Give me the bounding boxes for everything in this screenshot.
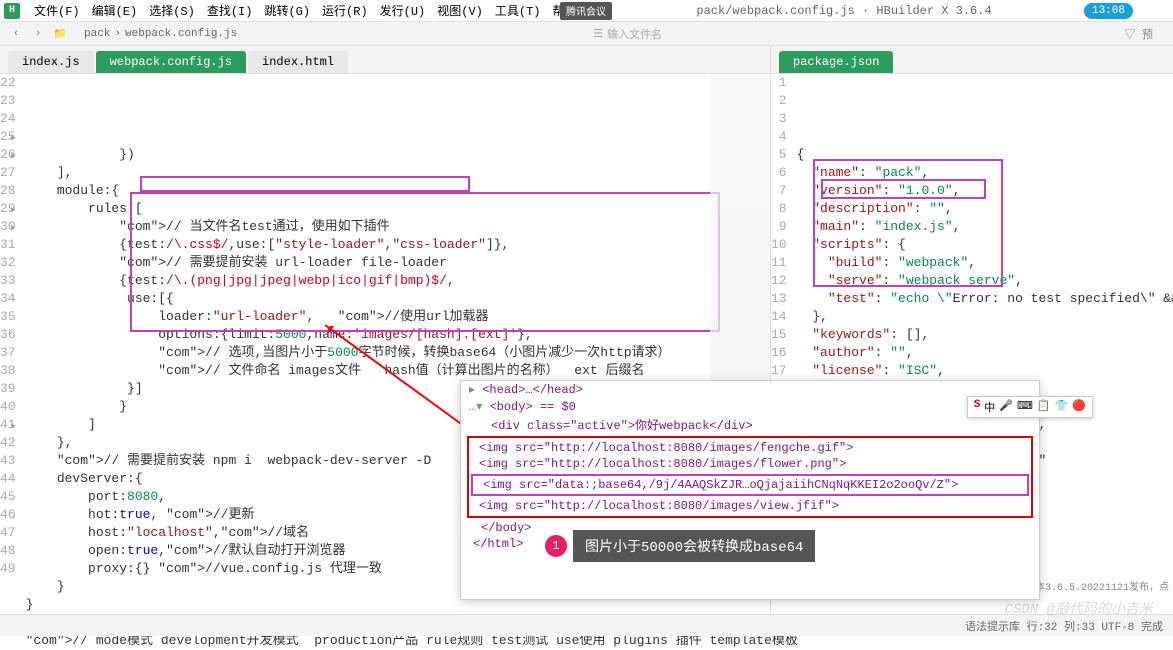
menu-run[interactable]: 运行(R) bbox=[316, 2, 374, 19]
window-title: pack/webpack.config.js · HBuilder X 3.6.… bbox=[604, 4, 1084, 18]
toolbar: ‹ › 📁 pack › webpack.config.js ☰ 输入文件名 ▽… bbox=[0, 22, 1173, 46]
ime-btn[interactable]: 中 bbox=[984, 399, 995, 415]
ime-btn[interactable]: 🔴 bbox=[1072, 399, 1086, 415]
back-icon[interactable]: ‹ bbox=[8, 26, 24, 42]
tab-webpack-config[interactable]: webpack.config.js bbox=[96, 51, 246, 73]
ime-logo-icon: S bbox=[974, 399, 981, 415]
ime-btn[interactable]: 📋 bbox=[1037, 399, 1051, 415]
tab-package-json[interactable]: package.json bbox=[779, 51, 893, 73]
dt-red-box: <img src="http://localhost:8080/images/f… bbox=[467, 436, 1033, 518]
tencent-meeting-badge: 腾讯会议 bbox=[560, 2, 612, 20]
breadcrumb-root[interactable]: pack bbox=[84, 28, 110, 40]
menu-publish[interactable]: 发行(U) bbox=[374, 2, 432, 19]
left-tabs: index.js webpack.config.js index.html bbox=[0, 46, 770, 74]
tab-index-html[interactable]: index.html bbox=[248, 51, 348, 73]
dt-img4[interactable]: <img src="http://localhost:8080/images/v… bbox=[471, 498, 1029, 514]
filter-icon[interactable]: ▽ 预 bbox=[1124, 26, 1153, 42]
ime-btn[interactable]: ⌨ bbox=[1017, 399, 1033, 415]
right-tabs: package.json bbox=[771, 46, 1173, 74]
dt-body-open[interactable]: …▾ <body> == $0 bbox=[461, 398, 1039, 415]
menu-goto[interactable]: 跳转(G) bbox=[258, 2, 316, 19]
tab-index-js[interactable]: index.js bbox=[8, 51, 94, 73]
menu-bar: H 文件(F) 编辑(E) 选择(S) 查找(I) 跳转(G) 运行(R) 发行… bbox=[0, 0, 1173, 22]
ime-toolbar[interactable]: S 中 🎤 ⌨ 📋 👕 🔴 bbox=[967, 396, 1093, 418]
dt-head[interactable]: ▸ <head>…</head> bbox=[461, 381, 1039, 398]
forward-icon[interactable]: › bbox=[30, 26, 46, 42]
app-logo-icon: H bbox=[4, 3, 20, 19]
menu-file[interactable]: 文件(F) bbox=[28, 2, 86, 19]
clock-badge: 13:08 bbox=[1084, 3, 1133, 19]
menu-tools[interactable]: 工具(T) bbox=[489, 2, 547, 19]
dt-img2[interactable]: <img src="http://localhost:8080/images/f… bbox=[471, 456, 1029, 472]
file-search[interactable]: ☰ 输入文件名 bbox=[593, 26, 662, 42]
dt-purple-box: <img src="data:;base64,/9j/4AAQSkZJR…oQj… bbox=[471, 474, 1029, 496]
callout-number: 1 bbox=[545, 535, 567, 557]
dt-div[interactable]: <div class="active">你好webpack</div> bbox=[461, 415, 1039, 434]
callout-text: 图片小于50000会被转换成base64 bbox=[573, 530, 815, 562]
watermark: CSDN @敲代码的小吉米 bbox=[1005, 598, 1153, 618]
folder-icon[interactable]: 📁 bbox=[52, 26, 68, 42]
menu-edit[interactable]: 编辑(E) bbox=[86, 2, 144, 19]
status-right[interactable]: 语法提示库 行:32 列:33 UTF-8 完成 bbox=[965, 618, 1163, 634]
left-gutter: 22 23 24 ▸25 ▸26 27 28 ▸29 ▸30 31 32 33 … bbox=[0, 74, 22, 650]
dt-img1[interactable]: <img src="http://localhost:8080/images/f… bbox=[471, 440, 1029, 456]
menu-find[interactable]: 查找(I) bbox=[201, 2, 259, 19]
status-bar: 语法提示库 行:32 列:33 UTF-8 完成 bbox=[0, 614, 1173, 636]
devtools-panel[interactable]: ▸ <head>…</head> …▾ <body> == $0 <div cl… bbox=[460, 380, 1040, 600]
ime-btn[interactable]: 👕 bbox=[1055, 399, 1069, 415]
dt-img3[interactable]: <img src="data:;base64,/9j/4AAQSkZJR…oQj… bbox=[475, 477, 1025, 493]
menu-view[interactable]: 视图(V) bbox=[431, 2, 489, 19]
breadcrumb-file[interactable]: webpack.config.js bbox=[125, 28, 237, 40]
menu-select[interactable]: 选择(S) bbox=[143, 2, 201, 19]
ime-btn[interactable]: 🎤 bbox=[999, 399, 1013, 415]
annotation-callout: 1 图片小于50000会被转换成base64 bbox=[545, 530, 815, 562]
breadcrumb[interactable]: pack › webpack.config.js bbox=[84, 28, 237, 40]
